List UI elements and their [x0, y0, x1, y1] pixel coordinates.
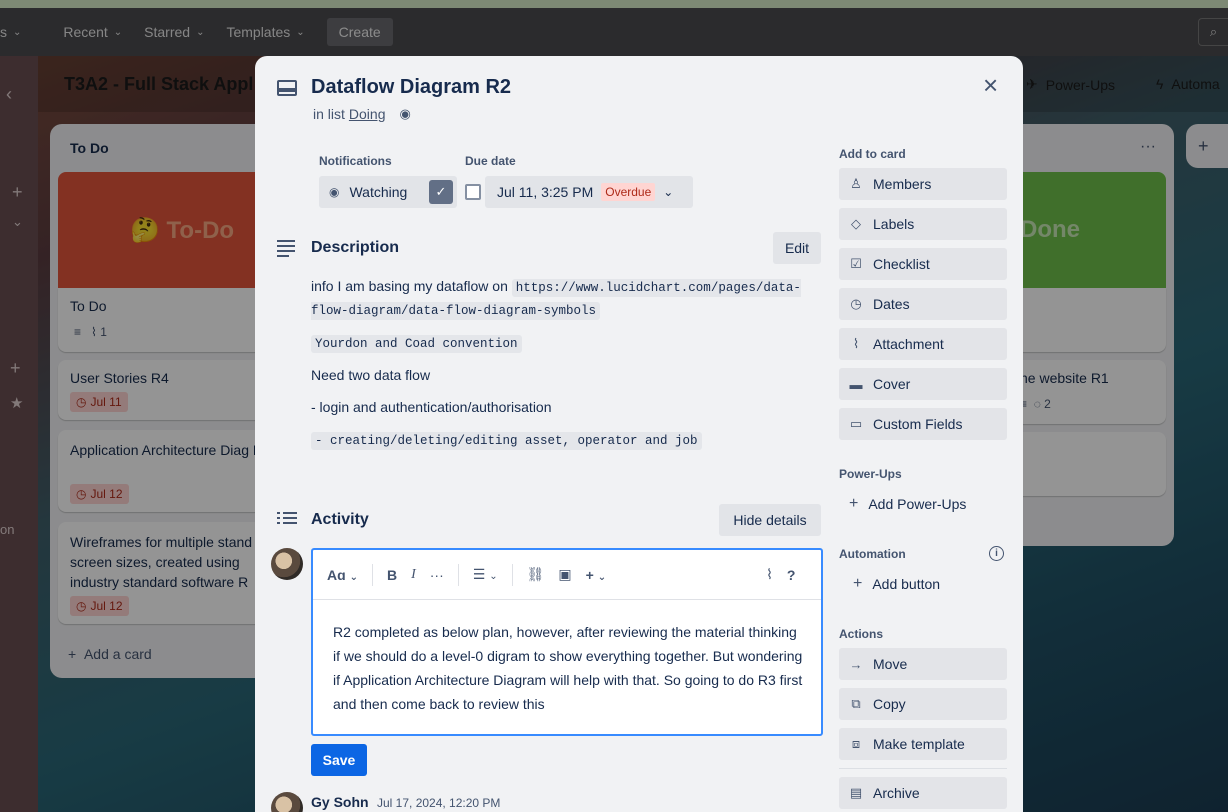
template-icon: ⧈ — [851, 736, 861, 751]
due-date-checkbox[interactable] — [465, 184, 481, 200]
eye-icon: ◉ — [329, 185, 340, 199]
attachment-icon[interactable]: ⌇ — [766, 566, 773, 583]
chevron-down-icon: ⌄ — [349, 571, 358, 583]
tag-icon: ◇ — [851, 216, 861, 231]
move-button[interactable]: → Move — [839, 648, 1007, 680]
description-text: Need two data flow — [311, 367, 431, 383]
description-code: - creating/deleting/editing asset, opera… — [311, 432, 702, 450]
comment-timestamp[interactable]: Jul 17, 2024, 12:20 PM — [377, 796, 500, 810]
description-icon — [277, 240, 295, 257]
description-content[interactable]: info I am basing my dataflow on https://… — [311, 276, 811, 452]
custom-fields-icon: ▭ — [849, 416, 863, 431]
description-text: - login and authentication/authorisation — [311, 399, 552, 415]
add-power-ups-button[interactable]: + Add Power-Ups — [839, 488, 1007, 520]
plus-icon: + — [853, 575, 863, 592]
notifications-label: Notifications — [319, 154, 392, 168]
edit-description-button[interactable]: Edit — [773, 232, 821, 264]
list-link[interactable]: Doing — [349, 106, 386, 122]
more-formatting-icon[interactable]: ··· — [430, 567, 444, 583]
due-date-button[interactable]: Jul 11, 3:25 PM Overdue ⌄ — [485, 176, 693, 208]
close-icon: × — [983, 70, 999, 100]
comment-author[interactable]: Gy Sohn — [311, 794, 369, 810]
person-icon: ♙ — [850, 176, 862, 191]
italic-icon[interactable]: I — [411, 567, 416, 583]
plus-icon: + — [849, 495, 859, 512]
divider — [839, 768, 1007, 769]
insert-icon[interactable]: + ⌄ — [586, 567, 606, 583]
cover-button[interactable]: ▬ Cover — [839, 368, 1007, 400]
clock-icon: ◷ — [850, 296, 862, 311]
description-heading: Description — [311, 239, 400, 256]
archive-icon: ▤ — [849, 785, 863, 800]
card-icon — [277, 80, 297, 96]
automation-label: Automation — [839, 547, 906, 561]
chevron-down-icon: ⌄ — [663, 185, 674, 199]
overdue-badge: Overdue — [601, 183, 656, 201]
add-to-card-label: Add to card — [839, 147, 906, 161]
info-icon[interactable]: i — [989, 546, 1004, 561]
avatar[interactable] — [271, 792, 303, 812]
add-automation-button[interactable]: + Add button — [839, 568, 1007, 600]
make-template-button[interactable]: ⧈ Make template — [839, 728, 1007, 760]
link-icon[interactable]: ⛓ — [527, 566, 545, 583]
in-list-info: in list Doing ◉ — [313, 106, 411, 122]
description-code: Yourdon and Coad convention — [311, 335, 522, 353]
attachment-button[interactable]: ⌇ Attachment — [839, 328, 1007, 360]
comment-editor[interactable]: Aɑ ⌄ B I ··· ☰ ⌄ ⛓ ▣ + ⌄ ⌇ ? R2 complete… — [311, 548, 823, 736]
custom-fields-button[interactable]: ▭ Custom Fields — [839, 408, 1007, 440]
arrow-right-icon: → — [849, 656, 863, 672]
actions-label: Actions — [839, 627, 884, 641]
watch-button[interactable]: ◉ Watching ✓ — [319, 176, 457, 208]
checkbox-icon: ☑ — [850, 256, 862, 271]
activity-heading: Activity — [311, 511, 369, 528]
comment-text[interactable]: R2 completed as below plan, however, aft… — [333, 620, 803, 716]
save-button[interactable]: Save — [311, 744, 367, 776]
bold-icon[interactable]: B — [387, 567, 397, 583]
editor-toolbar: Aɑ ⌄ B I ··· ☰ ⌄ ⛓ ▣ + ⌄ ⌇ ? — [313, 550, 821, 600]
cover-icon: ▬ — [849, 376, 863, 392]
power-ups-label: Power-Ups — [839, 467, 902, 481]
eye-icon: ◉ — [399, 106, 411, 121]
copy-icon: ⧉ — [851, 696, 861, 711]
check-icon: ✓ — [429, 180, 453, 204]
card-title[interactable]: Dataflow Diagram R2 — [311, 76, 511, 99]
hide-details-button[interactable]: Hide details — [719, 504, 821, 536]
activity-icon — [277, 512, 297, 527]
help-icon[interactable]: ? — [787, 567, 796, 583]
members-button[interactable]: ♙ Members — [839, 168, 1007, 200]
description-text: info I am basing my dataflow on — [311, 278, 508, 294]
close-button[interactable]: × — [983, 72, 998, 98]
copy-button[interactable]: ⧉ Copy — [839, 688, 1007, 720]
archive-button[interactable]: ▤ Archive — [839, 777, 1007, 809]
paperclip-icon: ⌇ — [852, 336, 860, 351]
text-style-dropdown[interactable]: Aɑ ⌄ — [327, 567, 358, 583]
card-detail-modal: Dataflow Diagram R2 in list Doing ◉ × No… — [255, 56, 1023, 812]
dates-button[interactable]: ◷ Dates — [839, 288, 1007, 320]
checklist-button[interactable]: ☑ Checklist — [839, 248, 1007, 280]
image-icon[interactable]: ▣ — [558, 566, 571, 583]
list-icon[interactable]: ☰ ⌄ — [473, 566, 498, 583]
labels-button[interactable]: ◇ Labels — [839, 208, 1007, 240]
due-date-label: Due date — [465, 154, 516, 168]
avatar[interactable] — [271, 548, 303, 580]
